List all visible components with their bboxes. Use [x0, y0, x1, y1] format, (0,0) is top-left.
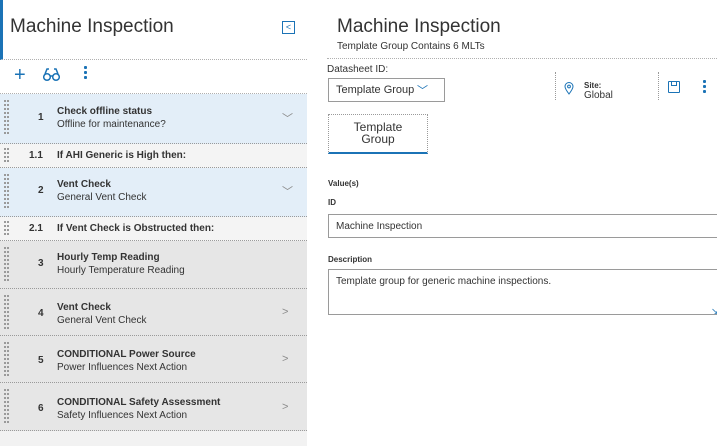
binoculars-icon[interactable] — [43, 68, 60, 82]
condition-text: If AHI Generic is High then: — [57, 150, 187, 161]
description-text: Template group for generic machine inspe… — [336, 276, 552, 287]
list-item-3[interactable]: 3 Hourly Temp Reading Hourly Temperature… — [0, 241, 307, 289]
condition-row-2-1[interactable]: 2.1 If Vent Check is Obstructed then: — [0, 217, 307, 241]
description-label: Description — [328, 255, 373, 264]
item-subtitle: Hourly Temperature Reading — [57, 265, 185, 276]
header-divider — [327, 58, 717, 59]
id-label: ID — [328, 198, 336, 207]
save-icon[interactable] — [668, 81, 680, 93]
location-pin-icon — [564, 82, 574, 95]
drag-handle-icon[interactable] — [4, 295, 10, 331]
id-field[interactable]: Machine Inspection — [328, 214, 717, 238]
condition-text: If Vent Check is Obstructed then: — [57, 223, 215, 234]
item-number: 5 — [38, 355, 44, 366]
divider — [658, 72, 659, 100]
plus-icon[interactable]: + — [14, 64, 26, 87]
datasheet-value: Template Group — [336, 84, 415, 96]
list-item-4[interactable]: 4 Vent Check General Vent Check > — [0, 289, 307, 336]
item-title: CONDITIONAL Safety Assessment — [57, 397, 221, 408]
drag-handle-icon[interactable] — [4, 221, 10, 237]
chevron-right-icon[interactable]: > — [282, 306, 288, 318]
page-title: Machine Inspection — [337, 16, 501, 37]
item-title: Vent Check — [57, 179, 111, 190]
chevron-down-icon[interactable]: ﹀ — [282, 110, 293, 126]
list-item-5[interactable]: 5 CONDITIONAL Power Source Power Influen… — [0, 336, 307, 383]
item-subtitle: General Vent Check — [57, 315, 147, 326]
site-label: Site: — [584, 81, 602, 90]
item-subtitle: General Vent Check — [57, 192, 147, 203]
left-panel-header: Machine Inspection < — [0, 0, 307, 60]
item-number: 4 — [38, 308, 44, 319]
list-item-2[interactable]: 2 Vent Check General Vent Check ﹀ — [0, 168, 307, 217]
condition-number: 2.1 — [29, 223, 43, 234]
item-title: Vent Check — [57, 302, 111, 313]
more-vertical-icon[interactable] — [84, 66, 88, 82]
item-title: Hourly Temp Reading — [57, 252, 160, 263]
page-subtitle: Template Group Contains 6 MLTs — [337, 41, 485, 52]
drag-handle-icon[interactable] — [4, 100, 10, 136]
list-item-1[interactable]: 1 Check offline status Offline for maint… — [0, 94, 307, 144]
item-number: 3 — [38, 258, 44, 269]
tab-template-group[interactable]: Template Group — [328, 114, 428, 154]
item-subtitle: Offline for maintenance? — [57, 119, 166, 130]
more-vertical-icon[interactable] — [703, 80, 707, 95]
chevron-down-icon[interactable]: ﹀ — [282, 183, 293, 199]
datasheet-label: Datasheet ID: — [327, 64, 389, 75]
chevron-right-icon[interactable]: > — [282, 401, 288, 413]
drag-handle-icon[interactable] — [4, 247, 10, 283]
item-title: Check offline status — [57, 106, 153, 117]
values-label: Value(s) — [328, 179, 359, 188]
left-panel-title: Machine Inspection — [10, 16, 174, 37]
item-number: 2 — [38, 185, 44, 196]
condition-row-1-1[interactable]: 1.1 If AHI Generic is High then: — [0, 144, 307, 168]
details-panel: Machine Inspection Template Group Contai… — [307, 0, 717, 446]
drag-handle-icon[interactable] — [4, 389, 10, 425]
description-field[interactable]: Template group for generic machine inspe… — [328, 269, 717, 317]
item-subtitle: Safety Influences Next Action — [57, 410, 188, 421]
datasheet-select[interactable]: Template Group ﹀ — [328, 78, 445, 102]
left-toolbar: + — [0, 60, 307, 94]
divider — [555, 72, 556, 100]
chevron-down-icon: ﹀ — [417, 85, 428, 97]
item-title: CONDITIONAL Power Source — [57, 349, 196, 360]
drag-handle-icon[interactable] — [4, 148, 10, 164]
drag-handle-icon[interactable] — [4, 342, 10, 378]
condition-number: 1.1 — [29, 150, 43, 161]
tab-label-line2: Group — [361, 132, 395, 146]
resize-icon[interactable]: ↘ — [711, 306, 717, 317]
item-number: 1 — [38, 112, 44, 123]
collapse-panel-icon[interactable]: < — [282, 21, 295, 34]
left-panel: Machine Inspection < + 1 Check offline s… — [0, 0, 307, 446]
chevron-right-icon[interactable]: > — [282, 353, 288, 365]
drag-handle-icon[interactable] — [4, 174, 10, 210]
item-subtitle: Power Influences Next Action — [57, 362, 188, 373]
list-item-6[interactable]: 6 CONDITIONAL Safety Assessment Safety I… — [0, 383, 307, 431]
item-number: 6 — [38, 403, 44, 414]
site-value: Global — [584, 90, 613, 101]
